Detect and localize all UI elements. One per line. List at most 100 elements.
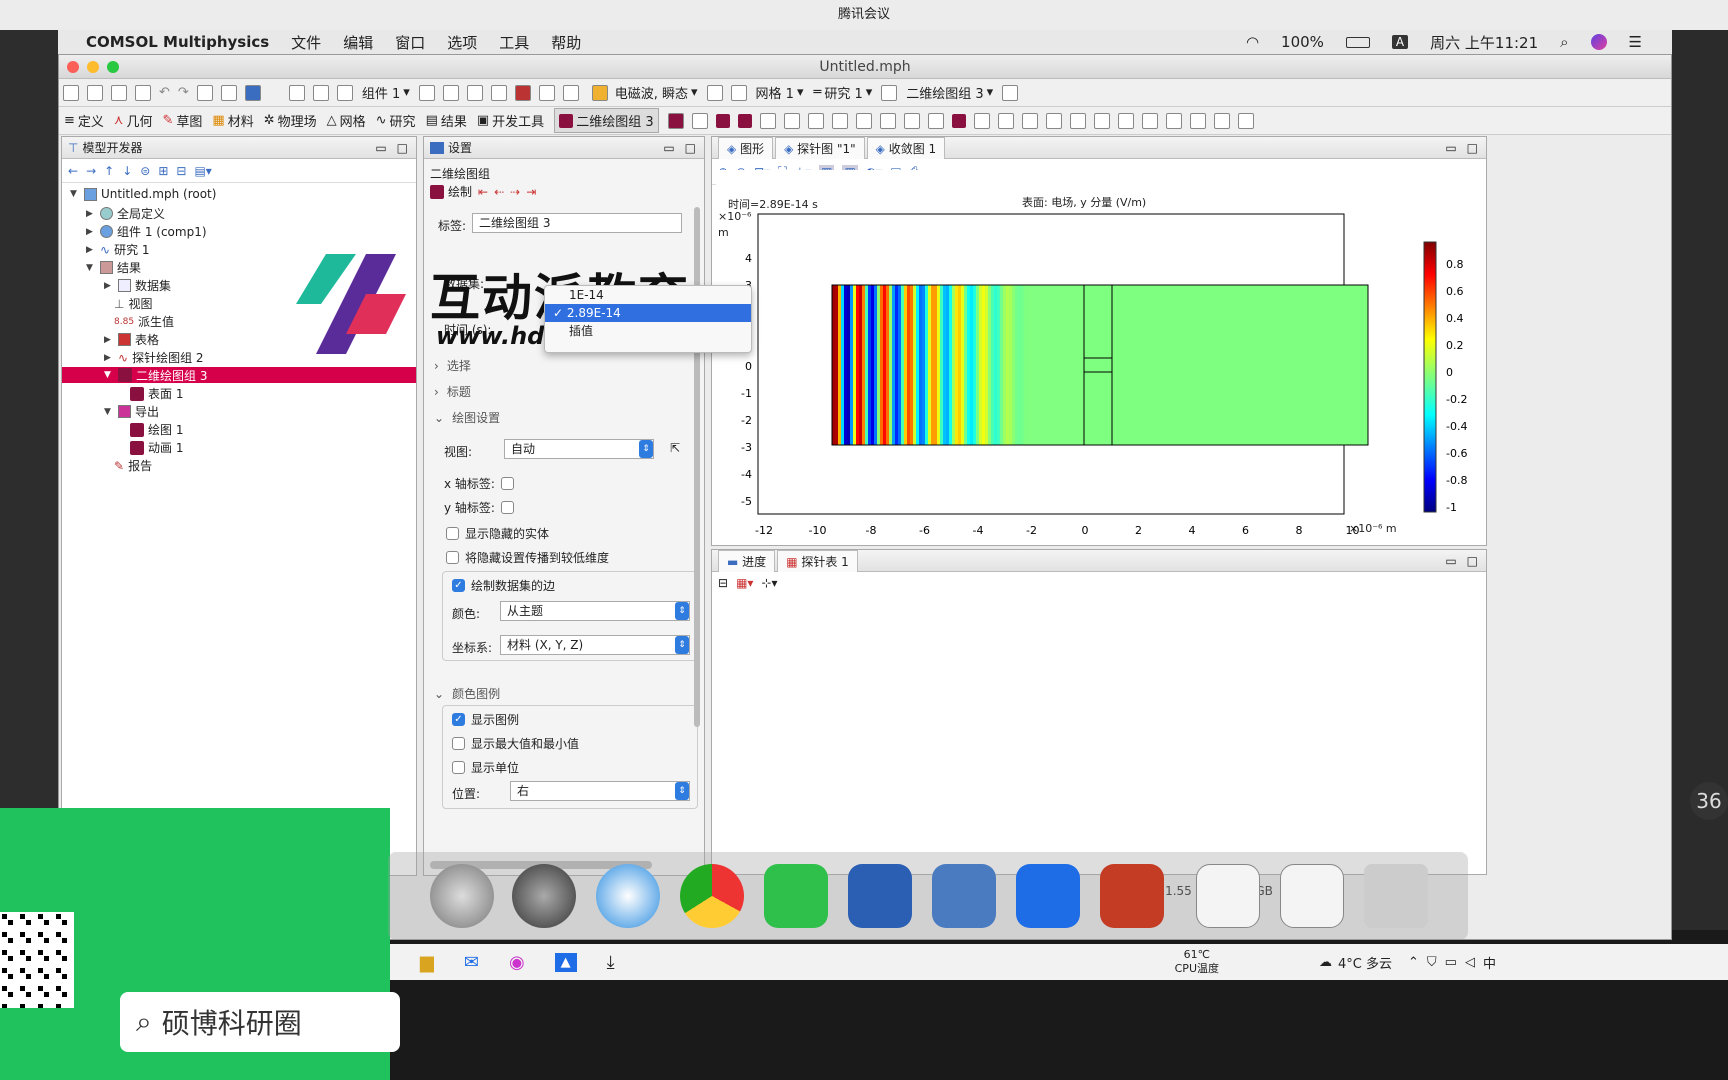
geometry-icon[interactable] [418, 84, 435, 101]
mesh-plot-icon[interactable] [855, 112, 872, 129]
time-option-1[interactable]: 1E-14 [545, 286, 751, 304]
window-preview-2[interactable] [1280, 864, 1344, 928]
word-icon[interactable] [848, 864, 912, 928]
table-surface-icon[interactable] [927, 112, 944, 129]
function-icon[interactable] [490, 84, 507, 101]
streamline-icon[interactable] [807, 112, 824, 129]
report-icon[interactable] [1002, 84, 1019, 101]
menu-edit[interactable]: 编辑 [343, 32, 373, 53]
physics-dropdown[interactable]: 电磁波, 瞬态 ▾ [588, 83, 698, 102]
view-select[interactable]: 自动 ⇕ [504, 439, 654, 459]
ribbon-tab-plotgroup[interactable]: 二维绘图组 3 [554, 108, 659, 133]
open-folder-icon[interactable] [111, 84, 127, 101]
notification-center-icon[interactable]: ☰ [1629, 33, 1642, 51]
plotgroup-dropdown[interactable]: 二维绘图组 3 ▾ [906, 83, 993, 102]
show-legend-checkbox[interactable]: ✓ [452, 713, 465, 726]
system-preferences-icon[interactable] [512, 864, 576, 928]
arrow-plot-icon[interactable] [759, 112, 776, 129]
collapsed-arrow-icon[interactable]: ▶ [86, 209, 96, 219]
spotlight-icon[interactable]: ⌕ [1560, 33, 1568, 51]
marker-icon[interactable] [1069, 112, 1086, 129]
more-options-icon[interactable]: ▤▾ [194, 164, 211, 178]
expanded-arrow-icon[interactable]: ▼ [104, 370, 114, 380]
first-frame-icon[interactable]: ⇤ [478, 185, 488, 199]
tree-global-definitions[interactable]: ▶ 全局定义 [86, 205, 165, 222]
network-icon[interactable]: ▭ [1445, 955, 1457, 970]
study-dropdown[interactable]: ═ 研究 1 ▾ [813, 83, 872, 102]
show-units-checkbox[interactable] [452, 761, 465, 774]
physics-options-icon[interactable] [706, 84, 723, 101]
y-axis-label-checkbox[interactable] [500, 501, 514, 514]
tree-probe-plot-group[interactable]: ▶ ∿ 探针绘图组 2 [104, 349, 204, 366]
powerpoint-icon[interactable] [1100, 864, 1164, 928]
tree-animation-1[interactable]: 动画 1 [130, 439, 183, 456]
time-dropdown[interactable]: 1E-14 ✓ 2.89E-14 插值 [544, 285, 752, 353]
tray-up-icon[interactable]: ⌃ [1408, 955, 1419, 970]
minimize-panel-icon[interactable]: ▭ [663, 141, 674, 155]
time-option-interp[interactable]: 插值 [545, 322, 751, 340]
progress-table-icon[interactable]: ▦▾ [736, 576, 753, 590]
tree-results[interactable]: ▼ 结果 [86, 259, 141, 276]
prev-frame-icon[interactable]: ⇠ [494, 185, 504, 199]
trash-icon[interactable] [1364, 864, 1428, 928]
menu-window[interactable]: 窗口 [395, 32, 425, 53]
surface-plot-icon[interactable] [715, 113, 730, 128]
expanded-arrow-icon[interactable]: ▼ [86, 263, 96, 273]
add-definition-icon[interactable] [288, 84, 305, 101]
build-all-icon[interactable] [514, 84, 531, 101]
collapsed-arrow-icon[interactable]: ▶ [104, 281, 114, 291]
parameter-icon[interactable] [442, 84, 459, 101]
ime-indicator[interactable]: 中 [1483, 953, 1496, 972]
ribbon-tab-developer[interactable]: ▣ 开发工具 [477, 111, 544, 130]
refresh-icon[interactable] [196, 84, 213, 101]
minimize-window-icon[interactable] [87, 61, 99, 73]
plot-area[interactable]: 时间=2.89E-14 s 表面: 电场, y 分量 (V/m) ×10⁻⁶ m… [716, 170, 1486, 542]
new-file-icon[interactable] [63, 84, 79, 101]
comsol-dock-icon[interactable] [932, 864, 996, 928]
undo-icon[interactable]: ↶ [159, 85, 170, 100]
side-badge[interactable]: 36 [1690, 782, 1728, 820]
siri-icon[interactable] [1590, 34, 1607, 50]
ribbon-tab-definitions[interactable]: ≡ 定义 [64, 111, 104, 130]
maximize-panel-icon[interactable]: □ [1467, 554, 1478, 568]
up-icon[interactable]: ↑ [104, 164, 114, 178]
expanded-arrow-icon[interactable]: ▼ [104, 407, 114, 417]
propagate-hidden-checkbox[interactable] [446, 551, 459, 564]
menu-tools[interactable]: 工具 [499, 32, 529, 53]
menu-options[interactable]: 选项 [447, 32, 477, 53]
tab-graphics[interactable]: ◈ 图形 [718, 136, 774, 159]
contour-plot-icon[interactable] [737, 113, 752, 128]
menu-file[interactable]: 文件 [291, 32, 321, 53]
label-input[interactable]: 二维绘图组 3 [472, 213, 682, 233]
weather-icon[interactable]: ☁ [1319, 955, 1332, 970]
tree-surface-1[interactable]: 表面 1 [130, 385, 183, 402]
plot-button[interactable]: 绘制 [430, 183, 472, 200]
tree-study-1[interactable]: ▶ ∿ 研究 1 [86, 241, 150, 258]
tree-root[interactable]: ▼ Untitled.mph (root) [70, 187, 216, 201]
tencent-meeting-icon[interactable] [1016, 864, 1080, 928]
progress-options-icon[interactable]: ⊹▾ [761, 576, 777, 590]
redo-icon[interactable]: ↷ [178, 85, 189, 100]
variable-icon[interactable] [466, 84, 483, 101]
section-color-legend[interactable]: ⌄ 颜色图例 [434, 685, 500, 702]
safari-icon[interactable] [596, 864, 660, 928]
security-icon[interactable]: ⛉ [1427, 955, 1437, 970]
transparency-icon[interactable] [1045, 112, 1062, 129]
cut-line-icon[interactable] [1165, 112, 1182, 129]
tree-tables[interactable]: ▶ 表格 [104, 331, 159, 348]
minimize-panel-icon[interactable]: ▭ [1445, 141, 1456, 155]
color-select[interactable]: 从主题 ⇕ [500, 601, 690, 621]
tree-export[interactable]: ▼ 导出 [104, 403, 159, 420]
mesh-dropdown[interactable]: 网格 1 ▾ [756, 83, 804, 102]
cut-line2-icon[interactable] [1189, 112, 1206, 129]
position-select[interactable]: 右 ⇕ [510, 781, 690, 801]
ribbon-tab-sketch[interactable]: ✎ 草图 [162, 111, 202, 130]
minimize-panel-icon[interactable]: ▭ [375, 141, 386, 155]
deformation-icon[interactable] [973, 112, 990, 129]
tree-reports[interactable]: ✎ 报告 [114, 457, 152, 474]
plot-icon[interactable] [667, 112, 684, 129]
minimize-panel-icon[interactable]: ▭ [1445, 554, 1456, 568]
section-plot-settings[interactable]: ⌄ 绘图设置 [434, 409, 500, 426]
ribbon-tab-results[interactable]: ▤ 结果 [426, 111, 467, 130]
legend-icon[interactable] [1117, 112, 1134, 129]
